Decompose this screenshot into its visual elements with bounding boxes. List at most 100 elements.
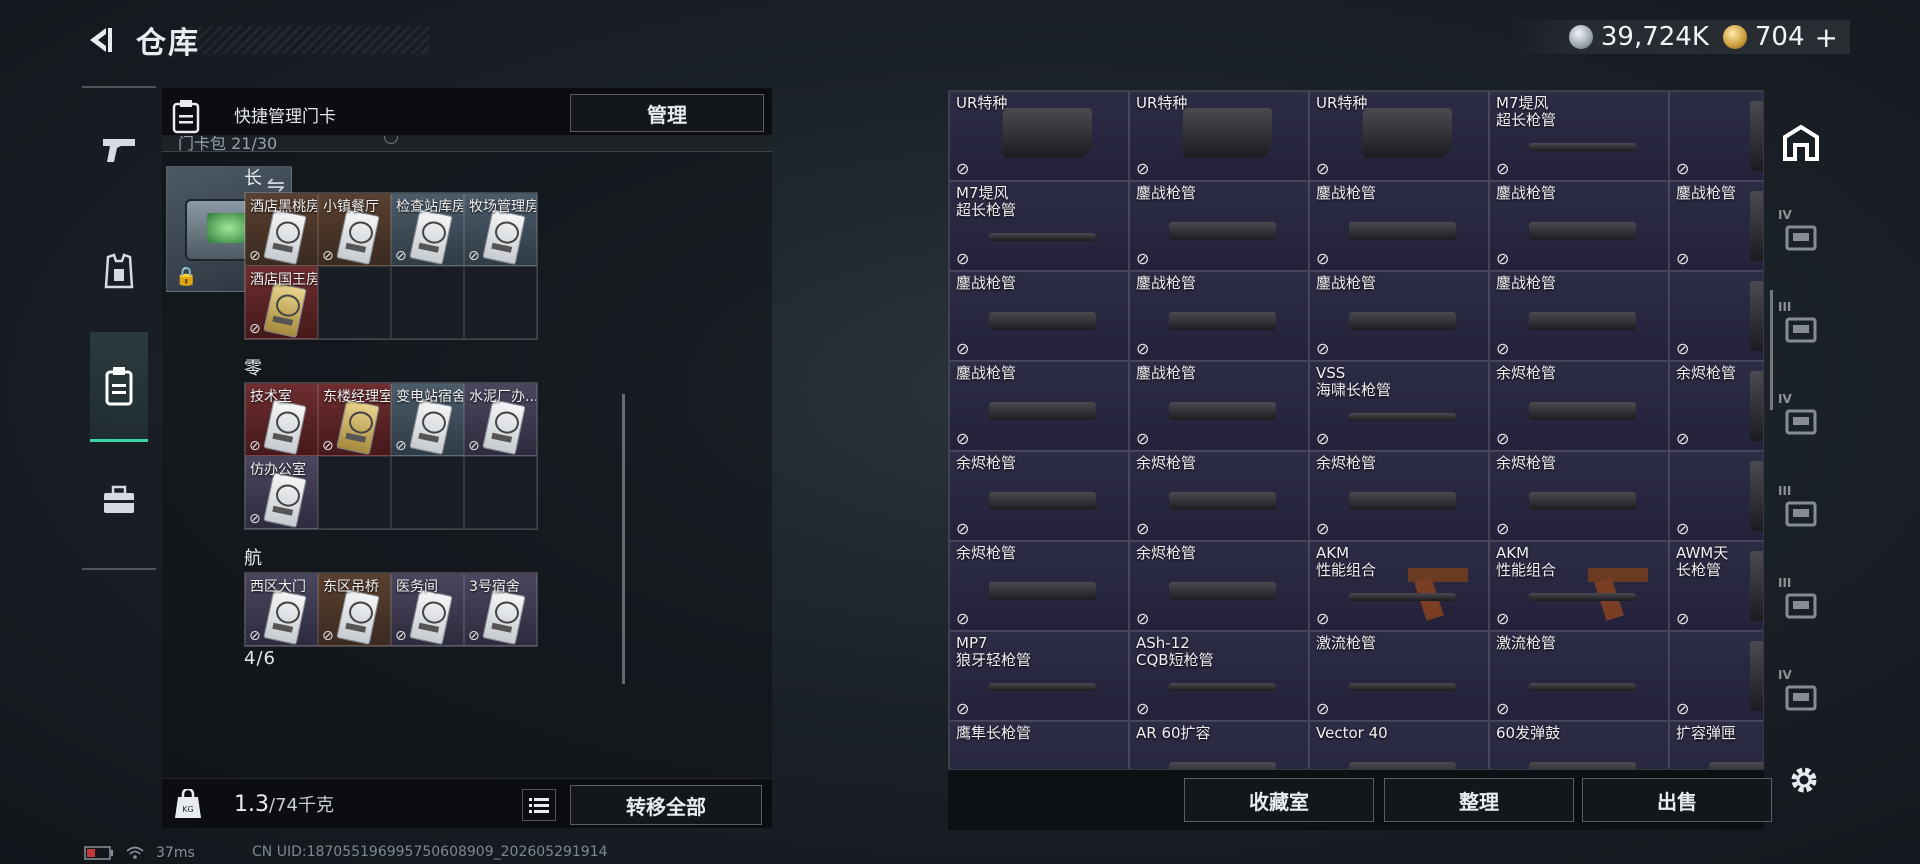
keycard-capacity-row: 门卡包 21/30 [162, 136, 772, 152]
nav-weapons[interactable] [92, 110, 146, 190]
gold-coin-icon [1722, 25, 1747, 49]
keycard-slot[interactable]: 检查站库房 ⊘ [391, 193, 464, 266]
stash-item[interactable]: VSS 海啸长枪管 ⊘ [1309, 361, 1489, 451]
gold-currency[interactable]: 704 + [1722, 21, 1838, 54]
stash-item[interactable]: MP7 狼牙轻枪管 ⊘ [949, 631, 1129, 721]
scrollbar[interactable] [622, 394, 625, 684]
keycard-slot[interactable]: 技术室 ⊘ [245, 383, 318, 456]
manage-button[interactable]: 管理 [570, 94, 764, 132]
stash-item[interactable]: 鏖战枪管 ⊘ [1669, 181, 1763, 271]
stash-item[interactable]: ⊘ [1669, 451, 1763, 541]
item-image [1529, 683, 1636, 692]
nav-tools[interactable] [92, 460, 146, 540]
stash-item[interactable]: 鏖战枪管 ⊘ [1309, 271, 1489, 361]
back-arrow-icon [90, 28, 112, 52]
stash-item[interactable]: 余烬枪管 ⊘ [1129, 451, 1309, 541]
help-icon[interactable] [384, 136, 398, 144]
stash-tab[interactable]: IV [1778, 208, 1824, 258]
stash-item[interactable]: 鏖战枪管 ⊘ [1489, 271, 1669, 361]
sell-button[interactable]: 出售 [1582, 778, 1772, 822]
item-name: 激流枪管 [1316, 634, 1377, 652]
settings-button[interactable] [1784, 760, 1824, 800]
keycard-image [409, 209, 453, 265]
no-trade-icon: ⊘ [1496, 429, 1510, 448]
stash-item[interactable]: 余烬枪管 ⊘ [1129, 541, 1309, 631]
no-trade-icon: ⊘ [1136, 159, 1150, 178]
no-trade-icon: ⊘ [1136, 339, 1150, 358]
stash-item[interactable]: 扩容弹匣⊘ [1669, 721, 1763, 769]
stash-item[interactable]: UR特种 ⊘ [1129, 91, 1309, 181]
keycard-slot[interactable]: 西区大门 ⊘ [245, 573, 318, 646]
stash-item[interactable]: 鏖战枪管 ⊘ [1129, 361, 1309, 451]
nav-equipment[interactable] [92, 232, 146, 312]
stash-item[interactable]: 激流枪管 ⊘ [1309, 631, 1489, 721]
keycard-slot[interactable]: 东区吊桥 ⊘ [318, 573, 391, 646]
stash-item[interactable]: 余烬枪管 ⊘ [1309, 451, 1489, 541]
stash-item[interactable]: ⊘ [1669, 271, 1763, 361]
stash-tab[interactable]: III [1778, 484, 1824, 534]
no-trade-icon: ⊘ [956, 609, 970, 628]
stash-tab[interactable]: IV [1778, 392, 1824, 442]
stash-item[interactable]: 鏖战枪管 ⊘ [949, 361, 1129, 451]
stash-item[interactable]: 余烬枪管 ⊘ [949, 541, 1129, 631]
transfer-all-button[interactable]: 转移全部 [570, 785, 762, 825]
stash-item[interactable]: 余烬枪管 ⊘ [1669, 361, 1763, 451]
keycard-room-name: 东楼经理室 [323, 389, 391, 405]
collection-room-button[interactable]: 收藏室 [1184, 778, 1374, 822]
item-image [1349, 312, 1456, 331]
stash-item[interactable]: ⊘ [1669, 91, 1763, 181]
stash-item[interactable]: AR 60扩容⊘ [1129, 721, 1309, 769]
no-trade-icon: ⊘ [249, 628, 261, 644]
sort-button[interactable]: 整理 [1384, 778, 1574, 822]
keycard-slot[interactable]: 3号宿舍 ⊘ [464, 573, 537, 646]
stash-item[interactable]: 激流枪管 ⊘ [1489, 631, 1669, 721]
item-image [989, 312, 1096, 331]
keycard-slot[interactable]: 牧场管理房 ⊘ [464, 193, 537, 266]
stash-panel: UR特种 ⊘ UR特种 ⊘ UR特种 ⊘ M7堤风 超长枪管 ⊘ ⊘ M7堤风 超长枪管 ⊘ 鏖战枪管… [948, 90, 1764, 770]
stash-tab[interactable]: III [1778, 576, 1824, 626]
keycard-room-name: 酒店黑桃房 [250, 199, 318, 215]
stash-item[interactable]: UR特种 ⊘ [1309, 91, 1489, 181]
stash-tab[interactable] [1778, 120, 1824, 166]
stash-item[interactable]: ASh-12 CQB短枪管 ⊘ [1129, 631, 1309, 721]
back-button[interactable] [80, 20, 120, 60]
keycard-slot[interactable]: 东楼经理室 ⊘ [318, 383, 391, 456]
keycard-slot[interactable]: 小镇餐厅 ⊘ [318, 193, 391, 266]
stash-item[interactable]: AKM 性能组合 ⊘ [1309, 541, 1489, 631]
add-currency-button[interactable]: + [1815, 21, 1838, 54]
stash-item[interactable]: ⊘ [1669, 631, 1763, 721]
stash-item[interactable]: 鹰隼长枪管⊘ [949, 721, 1129, 769]
stash-item[interactable]: 60发弹鼓⊘ [1489, 721, 1669, 769]
tab-level: IV [1778, 392, 1792, 406]
empty-keycard-slot [464, 266, 537, 339]
stash-item[interactable]: 鏖战枪管 ⊘ [1129, 181, 1309, 271]
stash-item[interactable]: 余烬枪管 ⊘ [1489, 451, 1669, 541]
stash-item[interactable]: 鏖战枪管 ⊘ [1129, 271, 1309, 361]
item-name: UR特种 [956, 94, 1008, 112]
keycard-slot[interactable]: 变电站宿舍 ⊘ [391, 383, 464, 456]
keycard-slot[interactable]: 酒店黑桃房 ⊘ [245, 193, 318, 266]
keycard-slot[interactable]: 仿办公室 ⊘ [245, 456, 318, 529]
list-view-button[interactable] [522, 789, 556, 821]
stash-item[interactable]: AWM天 长枪管 ⊘ [1669, 541, 1763, 631]
nav-keycards[interactable] [90, 332, 148, 442]
stash-item[interactable]: M7堤风 超长枪管 ⊘ [949, 181, 1129, 271]
item-name: 鏖战枪管 [956, 274, 1017, 292]
keycard-slot[interactable]: 水泥厂办... ⊘ [464, 383, 537, 456]
stash-item[interactable]: 余烬枪管 ⊘ [949, 451, 1129, 541]
stash-tab[interactable]: III [1778, 300, 1824, 350]
keycard-slot[interactable]: 酒店国王房 ⊘ [245, 266, 318, 339]
stash-tab[interactable]: IV [1778, 668, 1824, 718]
stash-item[interactable]: UR特种 ⊘ [949, 91, 1129, 181]
keycard-image [482, 399, 526, 455]
stash-item[interactable]: 鏖战枪管 ⊘ [1309, 181, 1489, 271]
stash-item[interactable]: AKM 性能组合 ⊘ [1489, 541, 1669, 631]
stash-item[interactable]: 余烬枪管 ⊘ [1489, 361, 1669, 451]
keycard-slot[interactable]: 医务间 ⊘ [391, 573, 464, 646]
stash-item[interactable]: 鏖战枪管 ⊘ [949, 271, 1129, 361]
stash-item[interactable]: M7堤风 超长枪管 ⊘ [1489, 91, 1669, 181]
stash-item[interactable]: 鏖战枪管 ⊘ [1489, 181, 1669, 271]
no-trade-icon: ⊘ [956, 339, 970, 358]
item-image [1349, 222, 1456, 241]
stash-item[interactable]: Vector 40⊘ [1309, 721, 1489, 769]
